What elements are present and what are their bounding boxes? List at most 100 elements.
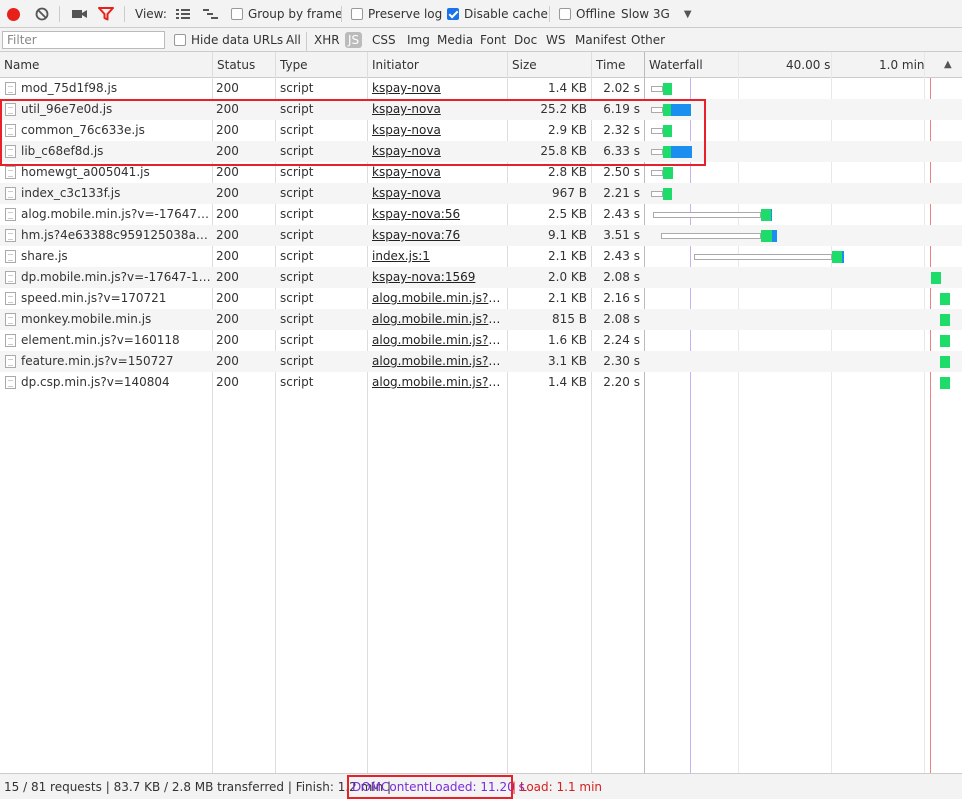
request-name[interactable]: alog.mobile.min.js?v=-17647-17...	[21, 204, 211, 225]
column-header-size[interactable]: Size	[508, 52, 537, 78]
request-initiator-link[interactable]: alog.mobile.min.js?v=...	[372, 288, 504, 309]
request-status: 200	[216, 291, 239, 305]
column-header-name[interactable]: Name	[0, 52, 39, 78]
filter-type-other[interactable]: Other	[628, 28, 668, 52]
column-header-time[interactable]: Time	[592, 52, 625, 78]
request-status: 200	[216, 102, 239, 116]
request-name[interactable]: homewgt_a005041.js	[21, 162, 211, 183]
request-initiator-link[interactable]: kspay-nova:56	[372, 204, 504, 225]
filter-type-font[interactable]: Font	[477, 28, 509, 52]
request-name[interactable]: common_76c633e.js	[21, 120, 211, 141]
request-name[interactable]: speed.min.js?v=170721	[21, 288, 211, 309]
request-initiator-link[interactable]: kspay-nova	[372, 141, 504, 162]
offline-checkbox[interactable]: Offline	[559, 0, 615, 28]
clear-button[interactable]	[35, 0, 49, 28]
request-initiator-link[interactable]: alog.mobile.min.js?v=...	[372, 351, 504, 372]
group-by-frame-checkbox[interactable]: Group by frame	[231, 0, 342, 28]
file-icon	[5, 292, 16, 305]
waterfall-download-bar	[771, 209, 772, 221]
request-name[interactable]: dp.mobile.min.js?v=-17647-17647	[21, 267, 211, 288]
request-type: script	[280, 312, 314, 326]
clear-icon	[35, 7, 49, 21]
table-row[interactable]: monkey.mobile.min.js 200 script alog.mobile…	[0, 309, 962, 330]
request-initiator-link[interactable]: kspay-nova	[372, 99, 504, 120]
table-row[interactable]: element.min.js?v=160118 200 script alog.mob…	[0, 330, 962, 351]
request-initiator-link[interactable]: kspay-nova	[372, 183, 504, 204]
request-name[interactable]: lib_c68ef8d.js	[21, 141, 211, 162]
table-row[interactable]: common_76c633e.js 200 script kspay-nova 2.9 …	[0, 120, 962, 141]
request-name[interactable]: share.js	[21, 246, 211, 267]
request-type: script	[280, 354, 314, 368]
filter-bar: Hide data URLs All XHR JS CSS Img Media …	[0, 28, 962, 56]
table-row[interactable]: lib_c68ef8d.js 200 script kspay-nova 25.8 KB…	[0, 141, 962, 162]
waterfall-bar	[663, 83, 672, 95]
filter-type-ws[interactable]: WS	[543, 28, 568, 52]
table-row[interactable]: alog.mobile.min.js?v=-17647-17... 200 scri…	[0, 204, 962, 225]
request-time: 2.16 s	[603, 291, 640, 305]
request-name[interactable]: hm.js?4e63388c959125038aaba...	[21, 225, 211, 246]
waterfall-bar	[931, 272, 941, 284]
request-initiator-link[interactable]: kspay-nova:76	[372, 225, 504, 246]
filter-type-img[interactable]: Img	[404, 28, 433, 52]
request-name[interactable]: feature.min.js?v=150727	[21, 351, 211, 372]
request-name[interactable]: dp.csp.min.js?v=140804	[21, 372, 211, 393]
request-initiator-link[interactable]: alog.mobile.min.js?v=...	[372, 372, 504, 393]
filter-type-css[interactable]: CSS	[369, 28, 399, 52]
throttling-select[interactable]: Slow 3G ▼	[621, 0, 692, 28]
table-row[interactable]: index_c3c133f.js 200 script kspay-nova 967 B…	[0, 183, 962, 204]
request-time: 6.19 s	[603, 102, 640, 116]
filter-type-all[interactable]: All	[283, 28, 304, 52]
column-header-status[interactable]: Status	[213, 52, 255, 78]
waterfall-waiting-bar	[651, 170, 663, 176]
filter-type-doc[interactable]: Doc	[511, 28, 540, 52]
overview-button[interactable]	[203, 0, 219, 28]
waterfall-waiting-bar	[653, 212, 761, 218]
column-header-initiator[interactable]: Initiator	[368, 52, 419, 78]
table-row[interactable]: share.js 200 script index.js:1 2.1 KB 2.43 s	[0, 246, 962, 267]
request-name[interactable]: monkey.mobile.min.js	[21, 309, 211, 330]
large-rows-button[interactable]	[176, 0, 192, 28]
request-status: 200	[216, 249, 239, 263]
table-row[interactable]: speed.min.js?v=170721 200 script alog.mobil…	[0, 288, 962, 309]
sort-asc-icon[interactable]: ▲	[940, 52, 952, 78]
request-type: script	[280, 165, 314, 179]
request-initiator-link[interactable]: kspay-nova	[372, 120, 504, 141]
request-type: script	[280, 186, 314, 200]
request-initiator-link[interactable]: alog.mobile.min.js?v=...	[372, 309, 504, 330]
request-status: 200	[216, 186, 239, 200]
screenshot-button[interactable]	[72, 0, 88, 28]
request-name[interactable]: mod_75d1f98.js	[21, 78, 211, 99]
table-row[interactable]: feature.min.js?v=150727 200 script alog.mob…	[0, 351, 962, 372]
request-initiator-link[interactable]: alog.mobile.min.js?v=...	[372, 330, 504, 351]
preserve-log-checkbox[interactable]: Preserve log	[351, 0, 442, 28]
table-row[interactable]: homewgt_a005041.js 200 script kspay-nova 2.8…	[0, 162, 962, 183]
filter-input[interactable]	[2, 31, 165, 49]
filter-type-manifest[interactable]: Manifest	[572, 28, 629, 52]
request-size: 2.1 KB	[548, 291, 587, 305]
request-name[interactable]: element.min.js?v=160118	[21, 330, 211, 351]
request-size: 815 B	[552, 312, 587, 326]
waterfall-bar	[663, 188, 672, 200]
request-initiator-link[interactable]: index.js:1	[372, 246, 504, 267]
filter-toggle-button[interactable]	[98, 0, 114, 28]
table-row[interactable]: dp.csp.min.js?v=140804 200 script alog.mobi…	[0, 372, 962, 393]
record-button[interactable]	[7, 0, 21, 28]
table-row[interactable]: mod_75d1f98.js 200 script kspay-nova 1.4 KB 2…	[0, 78, 962, 99]
request-initiator-link[interactable]: kspay-nova	[372, 78, 504, 99]
filter-type-xhr[interactable]: XHR	[311, 28, 343, 52]
hide-data-urls-checkbox[interactable]: Hide data URLs	[174, 28, 283, 52]
request-initiator-link[interactable]: kspay-nova	[372, 162, 504, 183]
column-header-waterfall[interactable]: Waterfall	[645, 52, 703, 78]
filter-type-js[interactable]: JS	[345, 32, 363, 48]
camera-icon	[72, 10, 87, 18]
table-row[interactable]: hm.js?4e63388c959125038aaba... 200 script k…	[0, 225, 962, 246]
filter-type-media[interactable]: Media	[434, 28, 476, 52]
column-header-type[interactable]: Type	[276, 52, 308, 78]
request-initiator-link[interactable]: kspay-nova:1569	[372, 267, 504, 288]
request-name[interactable]: index_c3c133f.js	[21, 183, 211, 204]
table-row[interactable]: dp.mobile.min.js?v=-17647-17647 200 script…	[0, 267, 962, 288]
disable-cache-checkbox[interactable]: Disable cache	[447, 0, 548, 28]
table-row[interactable]: util_96e7e0d.js 200 script kspay-nova 25.2 K…	[0, 99, 962, 120]
request-status: 200	[216, 123, 239, 137]
request-name[interactable]: util_96e7e0d.js	[21, 99, 211, 120]
